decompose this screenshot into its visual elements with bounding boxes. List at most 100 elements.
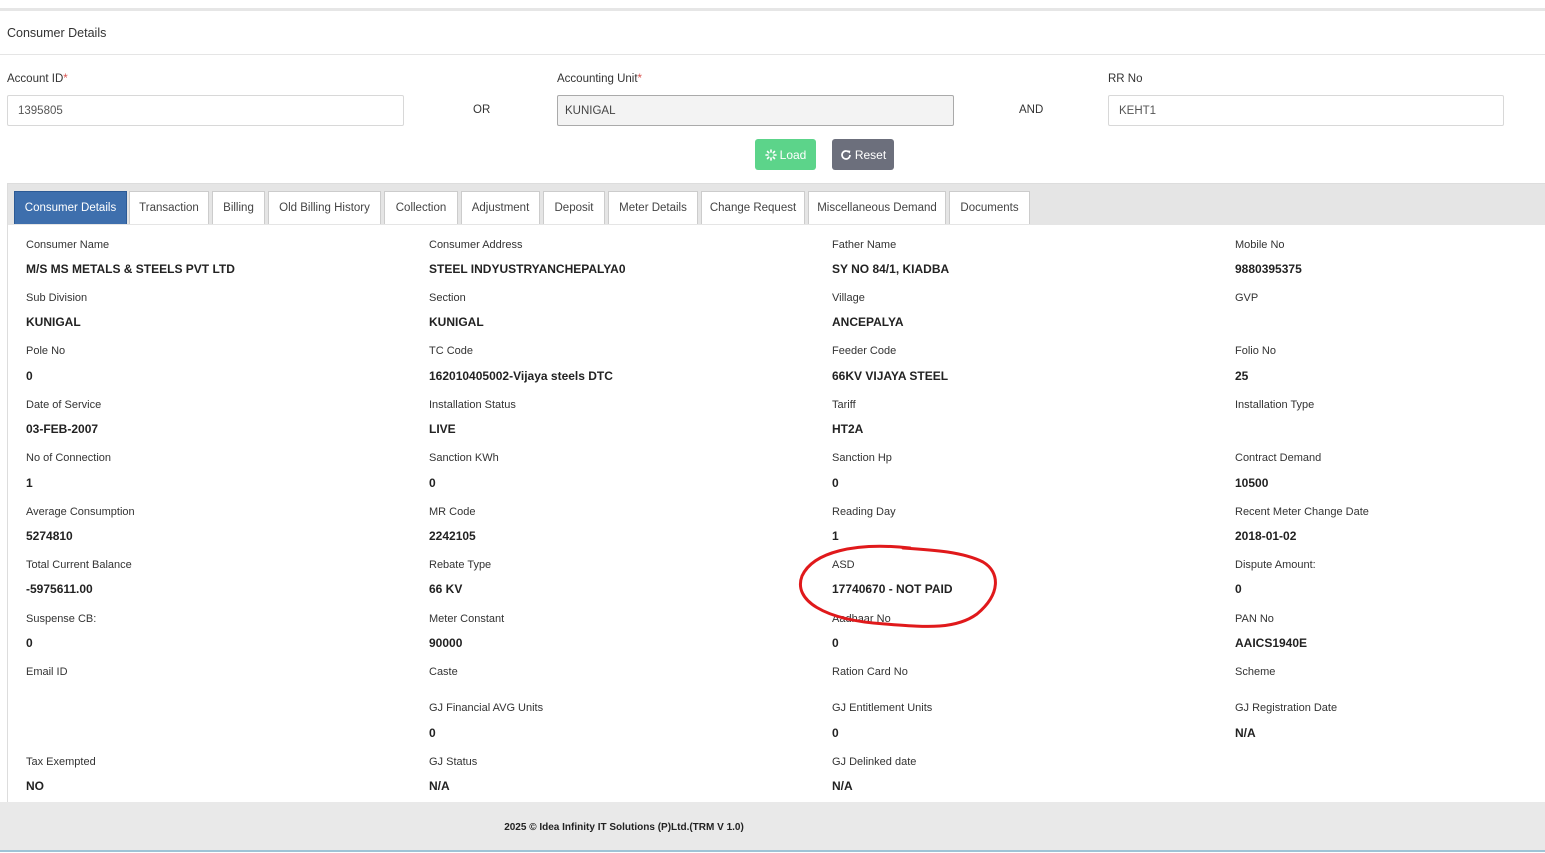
mr-code-label: MR Code [429, 506, 476, 518]
rr-no-label: RR No [1108, 73, 1143, 85]
mobile-no-label: Mobile No [1235, 239, 1285, 251]
reset-button-label: Reset [854, 147, 887, 162]
or-label: OR [473, 104, 491, 116]
folio-no-value: 25 [1235, 369, 1249, 383]
mobile-no-value: 9880395375 [1235, 262, 1302, 276]
ration-card-no-label: Ration Card No [832, 666, 908, 678]
sanction-kwh-label: Sanction KWh [429, 452, 499, 464]
father-name-value: SY NO 84/1, KIADBA [832, 262, 950, 276]
gvp-label: GVP [1235, 292, 1259, 304]
gj-entitlement-units-label: GJ Entitlement Units [832, 702, 933, 714]
reset-button[interactable]: Reset [832, 139, 894, 170]
tax-exempted-label: Tax Exempted [26, 756, 96, 768]
aadhaar-no-value: 0 [832, 636, 839, 650]
reading-day-label: Reading Day [832, 506, 896, 518]
tariff-label: Tariff [832, 399, 856, 411]
tab-billing[interactable]: Billing [212, 191, 265, 224]
gj-registration-date-label: GJ Registration Date [1235, 702, 1338, 714]
installation-status-value: LIVE [429, 422, 456, 436]
installation-status-label: Installation Status [429, 399, 516, 411]
consumer-name-label: Consumer Name [26, 239, 110, 251]
sanction-hp-label: Sanction Hp [832, 452, 892, 464]
tab-meter-details[interactable]: Meter Details [608, 191, 698, 224]
red-circle-annotation [799, 544, 997, 628]
feeder-code-label: Feeder Code [832, 345, 897, 357]
sanction-hp-value: 0 [832, 476, 839, 490]
tab-miscellaneous-demand[interactable]: Miscellaneous Demand [808, 191, 946, 224]
title-divider [0, 54, 1545, 55]
tc-code-value: 162010405002-Vijaya steels DTC [429, 369, 613, 383]
accounting-unit-label: Accounting Unit* [557, 73, 643, 85]
pole-no-value: 0 [26, 369, 33, 383]
footer-copyright: 2025 © Idea Infinity IT Solutions (P)Ltd… [504, 822, 744, 833]
tariff-value: HT2A [832, 422, 864, 436]
tab-adjustment[interactable]: Adjustment [461, 191, 540, 224]
pan-no-label: PAN No [1235, 613, 1274, 625]
average-consumption-label: Average Consumption [26, 506, 135, 518]
meter-constant-value: 90000 [429, 636, 463, 650]
gj-status-value: N/A [429, 779, 450, 793]
gj-financial-avg-units-label: GJ Financial AVG Units [429, 702, 544, 714]
rr-no-input[interactable] [1108, 95, 1504, 126]
refresh-icon [840, 149, 852, 161]
sub-division-value: KUNIGAL [26, 315, 81, 329]
average-consumption-value: 5274810 [26, 529, 73, 543]
gj-delinked-date-value: N/A [832, 779, 853, 793]
gj-registration-date-value: N/A [1235, 726, 1256, 740]
tab-old-billing-history[interactable]: Old Billing History [268, 191, 381, 224]
tab-deposit[interactable]: Deposit [543, 191, 605, 224]
no-of-connection-value: 1 [26, 476, 33, 490]
tc-code-label: TC Code [429, 345, 474, 357]
gj-delinked-date-label: GJ Delinked date [832, 756, 917, 768]
and-label: AND [1019, 104, 1044, 116]
total-current-balance-label: Total Current Balance [26, 559, 132, 571]
spinner-icon [764, 148, 777, 161]
gj-entitlement-units-value: 0 [832, 726, 839, 740]
dispute-amount-value: 0 [1235, 582, 1242, 596]
scheme-label: Scheme [1235, 666, 1276, 678]
consumer-address-value: STEEL INDYUSTRYANCHEPALYA0 [429, 262, 626, 276]
contract-demand-value: 10500 [1235, 476, 1269, 490]
recent-meter-change-date-label: Recent Meter Change Date [1235, 506, 1369, 518]
load-button-label: Load [779, 147, 807, 162]
suspense-cb-value: 0 [26, 636, 33, 650]
village-label: Village [832, 292, 865, 304]
account-id-input[interactable] [7, 95, 404, 126]
recent-meter-change-date-value: 2018-01-02 [1235, 529, 1297, 543]
no-of-connection-label: No of Connection [26, 452, 111, 464]
total-current-balance-value: -5975611.00 [26, 582, 93, 596]
rebate-type-label: Rebate Type [429, 559, 492, 571]
page-title: Consumer Details [7, 26, 107, 40]
load-button[interactable]: Load [755, 139, 816, 170]
pole-no-label: Pole No [26, 345, 66, 357]
gj-financial-avg-units-value: 0 [429, 726, 436, 740]
pan-no-value: AAICS1940E [1235, 636, 1308, 650]
tax-exempted-value: NO [26, 779, 44, 793]
village-value: ANCEPALYA [832, 315, 904, 329]
tab-consumer-details[interactable]: Consumer Details [14, 191, 127, 224]
tab-collection[interactable]: Collection [384, 191, 458, 224]
tab-change-request[interactable]: Change Request [701, 191, 805, 224]
sanction-kwh-value: 0 [429, 476, 436, 490]
caste-label: Caste [429, 666, 458, 678]
dispute-amount-label: Dispute Amount: [1235, 559, 1316, 571]
gj-status-label: GJ Status [429, 756, 478, 768]
installation-type-label: Installation Type [1235, 399, 1315, 411]
date-of-service-value: 03-FEB-2007 [26, 422, 99, 436]
top-strip [0, 0, 1545, 11]
rebate-type-value: 66 KV [429, 582, 463, 596]
tab-transaction[interactable]: Transaction [129, 191, 209, 224]
consumer-name-value: M/S MS METALS & STEELS PVT LTD [26, 262, 235, 276]
section-value: KUNIGAL [429, 315, 484, 329]
tab-documents[interactable]: Documents [949, 191, 1030, 224]
folio-no-label: Folio No [1235, 345, 1276, 357]
accounting-unit-input[interactable] [557, 95, 954, 126]
reading-day-value: 1 [832, 529, 839, 543]
section-label: Section [429, 292, 466, 304]
email-id-label: Email ID [26, 666, 68, 678]
account-id-label: Account ID* [7, 73, 68, 85]
feeder-code-value: 66KV VIJAYA STEEL [832, 369, 949, 383]
mr-code-value: 2242105 [429, 529, 476, 543]
suspense-cb-label: Suspense CB: [26, 613, 97, 625]
consumer-address-label: Consumer Address [429, 239, 523, 251]
